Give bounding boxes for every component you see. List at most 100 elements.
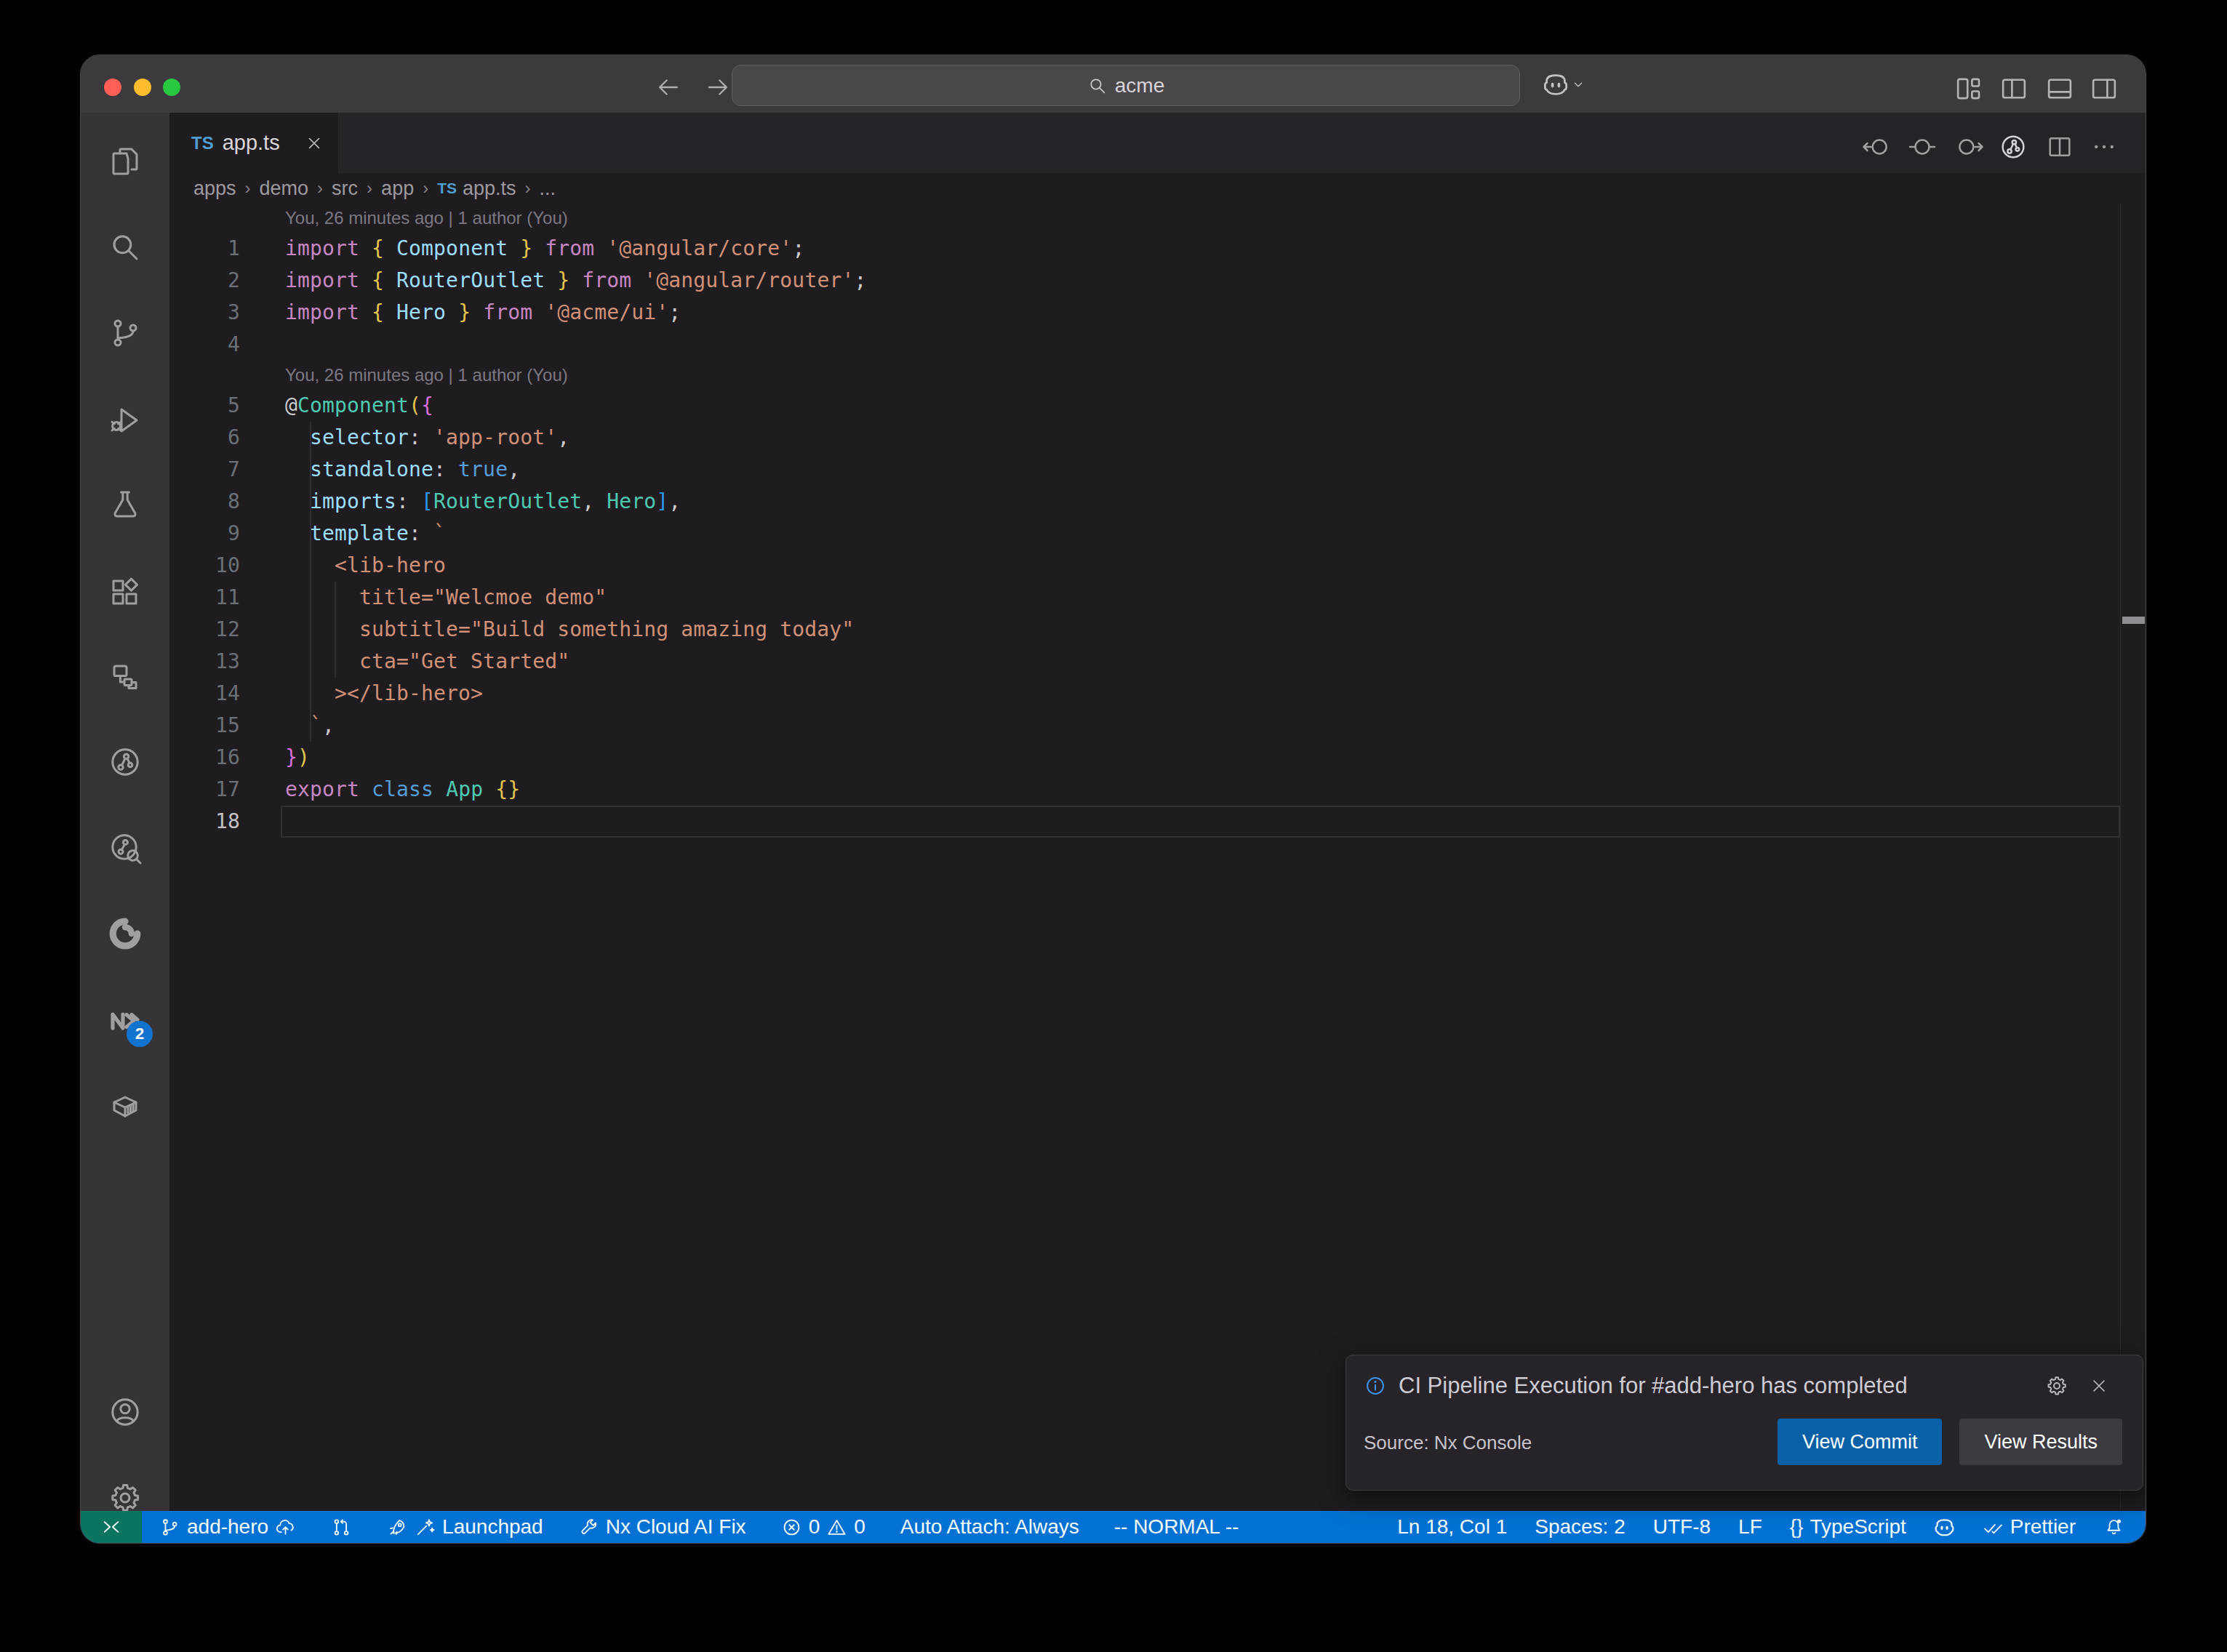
status-vim-mode[interactable]: -- NORMAL -- [1097,1511,1257,1543]
activity-item-accounts[interactable] [108,1395,143,1430]
status-text: Launchpad [442,1515,543,1539]
breadcrumb-item-[interactable]: ... [540,177,556,200]
breadcrumb-separator: › [317,178,323,199]
status-encoding[interactable]: UTF-8 [1639,1511,1724,1543]
notification-button-view-results[interactable]: View Results [1959,1419,2122,1465]
line-number: 4 [169,329,240,361]
split-editor-icon [2045,132,2074,161]
nav-forward-button[interactable] [704,73,732,101]
copilot-menu-button[interactable] [1543,71,1586,97]
more-actions-button[interactable] [2090,132,2119,161]
line-number: 1 [169,233,240,265]
rocket-icon [387,1517,408,1538]
code-text: export class App {} [285,774,520,806]
beaker-icon [108,487,143,522]
notification-title: CI Pipeline Execution for #add-hero has … [1399,1373,2031,1399]
activity-item-nx[interactable]: 2 [108,1003,143,1038]
code-editor[interactable]: You, 26 minutes ago | 1 author (You)1 imp… [169,204,2146,1511]
line-number: 16 [169,742,240,774]
scrollbar-overview-ruler[interactable] [2120,204,2146,1511]
activity-item-nx-console-swirl[interactable] [108,916,143,951]
code-text: @Component({ [285,390,433,422]
bell-dot-icon [2103,1517,2124,1538]
code-text: import { RouterOutlet } from '@angular/r… [285,265,866,297]
status-branch[interactable]: add-hero [142,1511,313,1543]
status-formatter[interactable]: Prettier [1969,1511,2090,1543]
toggle-panel-bottom-button[interactable] [2044,73,2075,104]
info-icon-wrap [1364,1374,1387,1398]
status-bar: add-hero Launchpad Nx Cloud AI Fix 00 Auto A… [81,1511,2146,1543]
code-text: cta="Get Started" [285,646,569,678]
notification-settings-button[interactable] [2045,1374,2068,1398]
status-text: 0 [809,1515,820,1539]
status-cursor-position[interactable]: Ln 18, Col 1 [1383,1511,1521,1543]
status-text: Nx Cloud AI Fix [606,1515,746,1539]
swirl-icon [108,916,143,951]
breadcrumb-item-demo[interactable]: demo [260,177,309,200]
breadcrumb-item-app[interactable]: app [381,177,414,200]
vscode-window: acme 2 TSapp.ts apps›demo›src›app›TSapp.… [81,55,2146,1543]
activity-item-testing[interactable] [108,487,143,522]
traffic-light-zoom[interactable] [163,79,180,96]
code-line-9: 9 template: ` [169,518,2146,550]
tab-app-ts[interactable]: TSapp.ts [169,113,339,173]
traffic-light-minimize[interactable] [134,79,151,96]
activity-item-source-control[interactable] [108,316,143,350]
notification-button-view-commit[interactable]: View Commit [1778,1419,1943,1465]
status-problems[interactable]: 00 [764,1511,883,1543]
status-auto-attach[interactable]: Auto Attach: Always [883,1511,1097,1543]
breadcrumb-item-appts[interactable]: app.ts [463,177,516,200]
activity-item-project-structure[interactable] [108,660,143,695]
breadcrumb-separator: › [245,178,251,199]
nav-forward-circle-button[interactable] [1955,132,1984,161]
sparkle-wand-icon [415,1517,436,1538]
command-center-search[interactable]: acme [732,65,1520,106]
activity-item-extensions[interactable] [108,574,143,609]
status-remote-indicator[interactable] [81,1511,142,1543]
blame-row: You, 26 minutes ago | 1 author (You) [169,204,2146,233]
activity-item-search[interactable] [108,230,143,265]
ts-file-icon: TS [191,133,214,153]
breadcrumb-item-src[interactable]: src [332,177,358,200]
activity-item-nx-project-search[interactable] [108,830,143,865]
line-number: 5 [169,390,240,422]
status-sync-branch[interactable] [313,1511,369,1543]
breadcrumb-item-apps[interactable]: apps [193,177,236,200]
status-right-group: Ln 18, Col 1Spaces: 2UTF-8LF{}TypeScript… [1383,1511,2146,1543]
status-indentation[interactable]: Spaces: 2 [1521,1511,1639,1543]
nx-graph-button[interactable] [1999,132,2028,161]
status-text: add-hero [187,1515,268,1539]
notification-buttons: View Commit View Results [1778,1419,2122,1465]
copilot-icon [1543,71,1569,97]
cloud-upload-icon [275,1517,296,1538]
code-line-12: 12 subtitle="Build something amazing tod… [169,614,2146,646]
nav-forward-circle-icon [1955,132,1984,161]
activity-item-run-debug[interactable] [108,403,143,438]
code-line-7: 7 standalone: true, [169,454,2146,486]
status-text: Auto Attach: Always [900,1515,1079,1539]
nav-back-button[interactable] [655,73,682,101]
status-nx-cloud-ai-fix[interactable]: Nx Cloud AI Fix [561,1511,764,1543]
status-launchpad[interactable]: Launchpad [369,1511,561,1543]
nav-back-circle-button[interactable] [1862,132,1891,161]
remote-icon [100,1516,122,1538]
nav-circle-button[interactable] [1908,132,1937,161]
activity-badge: 2 [127,1021,153,1047]
status-language-mode[interactable]: {}TypeScript [1776,1511,1920,1543]
status-notifications-bell[interactable] [2090,1511,2138,1543]
status-eol[interactable]: LF [1724,1511,1776,1543]
notification-close-button[interactable] [2089,1376,2109,1396]
traffic-light-close[interactable] [104,79,121,96]
breadcrumb[interactable]: apps›demo›src›app›TSapp.ts›... [169,173,2146,204]
toggle-panel-left-button[interactable] [1999,73,2029,104]
activity-item-explorer[interactable] [108,144,143,179]
activity-item-settings[interactable] [108,1480,143,1515]
status-copilot[interactable] [1920,1511,1969,1543]
activity-item-containers[interactable] [108,1089,143,1124]
activity-item-nx-project-graph[interactable] [108,745,143,779]
toggle-panel-right-button[interactable] [2089,73,2119,104]
tab-close-button[interactable] [305,134,324,153]
titlebar: acme [81,55,2146,113]
split-editor-button[interactable] [2045,132,2074,161]
customize-layout-button[interactable] [1954,73,1984,104]
